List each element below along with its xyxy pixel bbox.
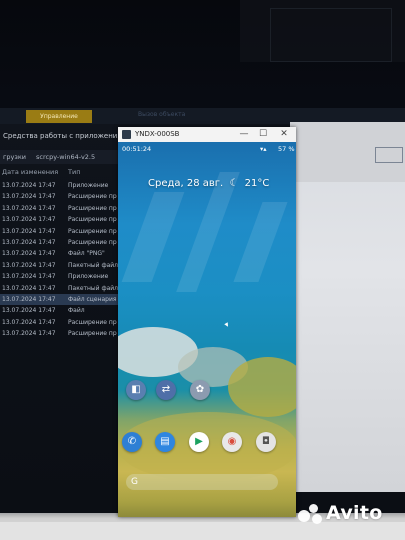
file-row[interactable]: 13.07.2024 17:47 Файл [0,305,118,316]
app-icon-1[interactable]: ◧ [126,380,146,400]
date-weather-widget[interactable]: Среда, 28 авг. ☾ 21°C [148,178,269,189]
breadcrumb-folder[interactable]: scrcpy-win64-v2.5 [36,153,95,161]
status-time: 00:51:24 [122,145,152,153]
column-header-date[interactable]: Дата изменения [2,168,58,176]
avito-dot [298,510,310,522]
file-row[interactable]: 13.07.2024 17:47 Пакетный файл [0,260,118,271]
wifi-signal-icon: ▾▴ [260,145,267,153]
file-row[interactable]: 13.07.2024 17:47 Расширение пр [0,214,118,225]
file-row[interactable]: 13.07.2024 17:47 Пакетный файл [0,283,118,294]
file-type: Файл [68,307,85,315]
file-date: 13.07.2024 17:47 [2,227,56,235]
battery-level: 57 % [278,145,295,153]
ribbon-tab-manage[interactable]: Управление [26,110,92,123]
ribbon-tab-object[interactable]: Вызов объекта [138,111,185,118]
file-date: 13.07.2024 17:47 [2,284,56,292]
app-icon-3[interactable]: ✿ [190,380,210,400]
window-title: YNDX-000SB [135,130,180,138]
file-type: Расширение пр [68,227,117,235]
file-type: Приложение [68,182,109,189]
browser-icon: ◉ [227,436,237,447]
messages-app-icon[interactable]: ▤ [155,432,175,452]
background-panel [290,122,405,492]
maximize-button[interactable]: ☐ [255,128,271,141]
ribbon-group-title: Средства работы с приложениями [3,132,132,140]
file-type: Расширение пр [68,330,117,338]
google-search-bar[interactable]: G [126,474,278,490]
file-type: Расширение пр [68,204,117,212]
camera-icon: ◘ [262,436,270,447]
file-type: Файл сценария V [68,296,120,303]
file-row[interactable]: 13.07.2024 17:47 Приложение [0,271,118,282]
file-date: 13.07.2024 17:47 [2,250,56,258]
scrcpy-window: YNDX-000SB — ☐ ✕ 00:51:24 ▾▴ 57 % Среда,… [118,127,296,517]
file-row[interactable]: 13.07.2024 17:47 Расширение пр [0,317,118,328]
chrome-icon[interactable]: ◉ [222,432,242,452]
status-bar: 00:51:24 ▾▴ 57 % [118,142,296,155]
background-window-frame [270,8,392,62]
phone-app-icon[interactable]: ✆ [122,432,142,452]
file-date: 13.07.2024 17:47 [2,296,56,303]
file-type: Пакетный файл [68,261,119,269]
file-date: 13.07.2024 17:47 [2,273,56,281]
file-type: Расширение пр [68,193,117,201]
avito-watermark: Avito [298,500,398,528]
app-glyph-icon: ✿ [195,384,205,395]
file-type: Приложение [68,273,109,281]
file-row[interactable]: 13.07.2024 17:47 Расширение пр [0,191,118,202]
file-date: 13.07.2024 17:47 [2,239,56,246]
file-row[interactable]: 13.07.2024 17:47 Приложение [0,180,118,191]
temperature-text: 21°C [244,178,270,189]
message-icon: ▤ [160,436,170,447]
wallpaper-light-ray [121,192,185,282]
close-button[interactable]: ✕ [276,128,292,141]
breadcrumb-downloads[interactable]: грузки [3,153,26,161]
file-date: 13.07.2024 17:47 [2,318,56,326]
file-date: 13.07.2024 17:47 [2,204,56,212]
file-type: Расширение пр [68,239,117,246]
file-date: 13.07.2024 17:47 [2,182,56,189]
file-row[interactable]: 13.07.2024 17:47 Файл "PNG" [0,248,118,259]
wallpaper-light-ray [233,202,288,282]
file-type: Расширение пр [68,216,117,224]
date-text: Среда, 28 авг. [148,178,224,189]
file-row[interactable]: 13.07.2024 17:47 Файл сценария V [0,294,120,305]
file-type: Пакетный файл [68,284,119,292]
phone-screen[interactable]: 00:51:24 ▾▴ 57 % Среда, 28 авг. ☾ 21°C ◧… [118,142,296,517]
app-icon-2[interactable]: ⇄ [156,380,176,400]
avito-dot [309,504,318,513]
camera-app-icon[interactable]: ◘ [256,432,276,452]
file-date: 13.07.2024 17:47 [2,330,56,338]
column-header-type[interactable]: Тип [68,168,80,176]
app-glyph-icon: ◧ [131,384,141,395]
app-icon [122,130,131,139]
google-icon: G [131,477,138,487]
file-type: Файл "PNG" [68,250,105,258]
wallpaper-light-ray [176,172,240,292]
file-row[interactable]: 13.07.2024 17:47 Расширение пр [0,328,118,339]
file-date: 13.07.2024 17:47 [2,193,56,201]
window-titlebar[interactable]: YNDX-000SB — ☐ ✕ [118,127,296,142]
file-date: 13.07.2024 17:47 [2,261,56,269]
avito-dot [312,514,322,524]
file-row[interactable]: 13.07.2024 17:47 Расширение пр [0,226,118,237]
background-button [375,147,403,163]
play-store-icon[interactable]: ▶ [189,432,209,452]
file-row[interactable]: 13.07.2024 17:47 Расширение пр [0,203,118,214]
minimize-button[interactable]: — [236,128,252,141]
file-type: Расширение пр [68,318,117,326]
file-date: 13.07.2024 17:47 [2,307,56,315]
avito-wordmark: Avito [326,502,383,524]
phone-icon: ✆ [127,436,137,447]
file-date: 13.07.2024 17:47 [2,216,56,224]
play-icon: ▶ [195,436,203,447]
wallpaper-coral [228,357,296,417]
avito-logo-icon [298,504,324,524]
moon-icon: ☾ [229,178,239,189]
file-row[interactable]: 13.07.2024 17:47 Расширение пр [0,237,118,248]
app-glyph-icon: ⇄ [161,384,171,395]
